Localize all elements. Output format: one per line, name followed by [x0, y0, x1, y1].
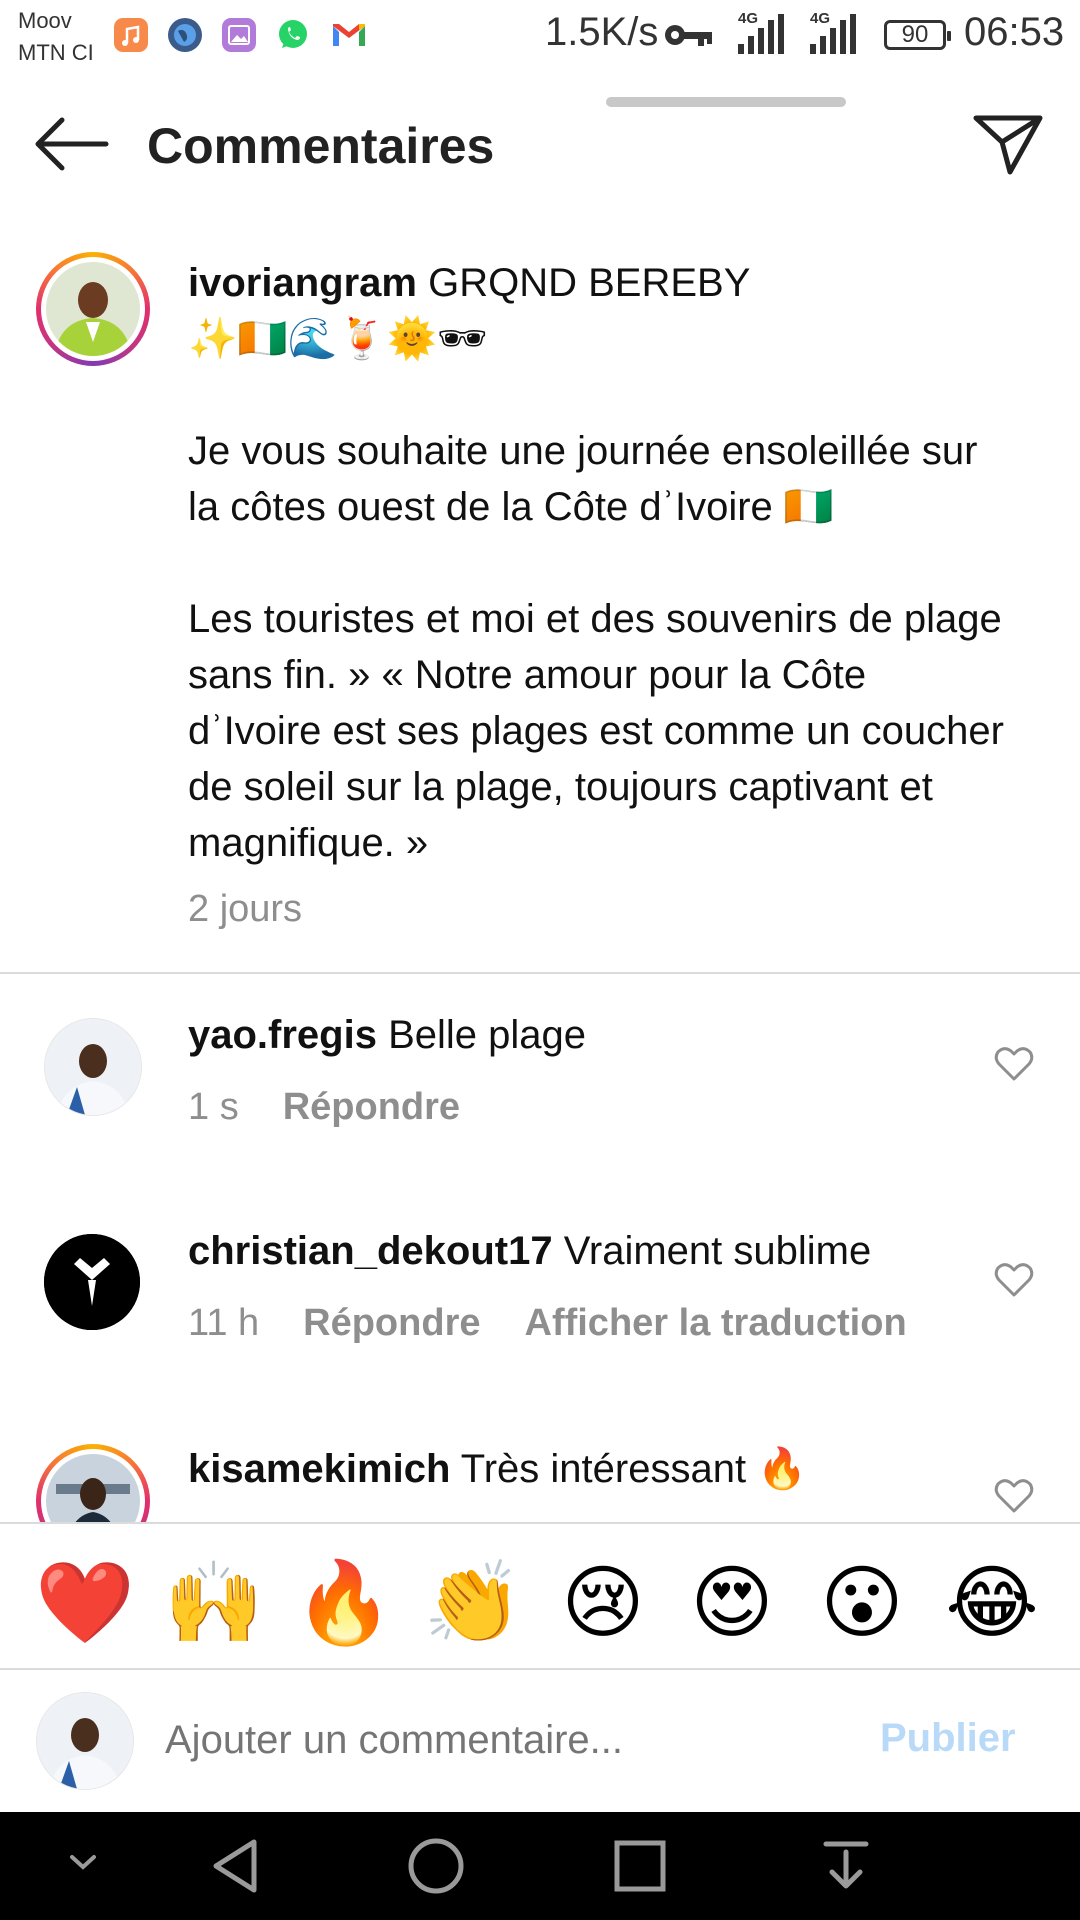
- post-paragraph-2: Les touristes et moi et des souvenirs de…: [188, 597, 1004, 865]
- publish-button[interactable]: Publier: [880, 1716, 1016, 1761]
- nav-home-icon[interactable]: [406, 1836, 466, 1896]
- reply-button[interactable]: Répondre: [303, 1302, 480, 1344]
- emoji-surprised[interactable]: 😮: [812, 1558, 912, 1648]
- gmail-icon: [330, 18, 365, 52]
- comment-avatar-christian[interactable]: [44, 1234, 140, 1330]
- emoji-raised-hands[interactable]: 🙌: [164, 1558, 264, 1648]
- sheet-drag-handle[interactable]: [606, 97, 846, 107]
- post-avatar: [46, 262, 140, 356]
- share-button[interactable]: [970, 110, 1046, 176]
- signal-icon-1: 4G: [738, 10, 784, 54]
- carrier-bottom: MTN CI: [18, 40, 94, 65]
- gallery-app-icon: [222, 18, 256, 52]
- emoji-clapping[interactable]: 👏: [423, 1558, 523, 1648]
- key-icon: [664, 22, 714, 53]
- music-app-icon: [114, 18, 148, 52]
- like-button[interactable]: [994, 1262, 1034, 1298]
- emoji-fire[interactable]: 🔥: [294, 1558, 394, 1648]
- send-icon: [973, 115, 1043, 175]
- like-button[interactable]: [994, 1046, 1034, 1082]
- nav-recents-icon[interactable]: [612, 1838, 668, 1894]
- globe-app-icon: [168, 18, 202, 52]
- heart-icon: [994, 1263, 1034, 1297]
- signal-icon-2: 4G: [810, 10, 856, 54]
- post-avatar-ring[interactable]: [36, 252, 150, 366]
- comment-meta: 11 h Répondre Afficher la traduction: [188, 1302, 907, 1345]
- carrier-top: Moov: [18, 8, 72, 33]
- network-speed: 1.5K/s: [545, 10, 659, 54]
- comment-username[interactable]: yao.fregis: [188, 1013, 377, 1057]
- nav-notification-icon[interactable]: [820, 1838, 872, 1894]
- whatsapp-icon: [276, 18, 310, 52]
- comment-text: Belle plage: [388, 1013, 587, 1057]
- divider: [0, 1668, 1080, 1670]
- heart-icon: [994, 1479, 1034, 1513]
- comment-time: 11 h: [188, 1302, 260, 1344]
- reply-button[interactable]: Répondre: [283, 1086, 460, 1128]
- like-button[interactable]: [994, 1478, 1034, 1514]
- comment-text: Vraiment sublime: [563, 1229, 872, 1273]
- emoji-heart-eyes[interactable]: 😍: [682, 1558, 782, 1648]
- network-type-1: 4G: [738, 10, 759, 27]
- system-nav-bar: [0, 1812, 1080, 1920]
- emoji-laughing[interactable]: 😂: [942, 1558, 1042, 1648]
- emoji-heart[interactable]: ❤️: [35, 1558, 135, 1648]
- status-bar: Moov MTN CI 1.5K/s 4G 4G 90 06:53: [0, 0, 1080, 80]
- comment-time: 1 s: [188, 1086, 239, 1128]
- back-button[interactable]: [34, 114, 110, 174]
- comment-meta: 1 s Répondre: [188, 1086, 460, 1129]
- post-caption-emojis: ✨🇨🇮🌊🍹🌞🕶: [188, 317, 488, 361]
- comment-text-row: christian_dekout17 Vraiment sublime: [188, 1229, 871, 1274]
- comment-input[interactable]: [165, 1718, 865, 1763]
- divider: [0, 972, 1080, 974]
- clock: 06:53: [964, 10, 1065, 54]
- translate-button[interactable]: Afficher la traduction: [525, 1302, 907, 1344]
- comment-avatar-yao[interactable]: [44, 1018, 142, 1116]
- comment-composer: Publier: [0, 1668, 1080, 1812]
- comment-text: Très intéressant 🔥: [460, 1447, 807, 1491]
- comment-text-row: kisamekimich Très intéressant 🔥: [188, 1445, 807, 1492]
- comment-username[interactable]: christian_dekout17: [188, 1229, 553, 1273]
- comment-username[interactable]: kisamekimich: [188, 1447, 450, 1491]
- back-arrow-icon: [35, 117, 109, 171]
- comment-text-row: yao.fregis Belle plage: [188, 1013, 586, 1058]
- post-time: 2 jours: [188, 888, 303, 930]
- page-title: Commentaires: [147, 118, 495, 174]
- network-type-2: 4G: [810, 10, 831, 27]
- current-user-avatar[interactable]: [36, 1692, 134, 1790]
- heart-icon: [994, 1047, 1034, 1081]
- divider: [0, 1522, 1080, 1524]
- post-username[interactable]: ivoriangram: [188, 261, 417, 305]
- nav-back-icon[interactable]: [206, 1836, 266, 1896]
- post-caption: ivoriangram GRQND BEREBY ✨🇨🇮🌊🍹🌞🕶 Je vous…: [188, 255, 1008, 937]
- chevron-down-icon[interactable]: [66, 1850, 100, 1874]
- post-caption-title: GRQND BEREBY: [428, 261, 751, 305]
- post-paragraph-1: Je vous souhaite une journée ensoleillée…: [188, 429, 978, 529]
- emoji-crying[interactable]: 😢: [553, 1558, 653, 1648]
- emoji-reaction-bar: ❤️ 🙌 🔥 👏 😢 😍 😮 😂: [0, 1522, 1080, 1666]
- battery-icon: 90: [884, 20, 951, 50]
